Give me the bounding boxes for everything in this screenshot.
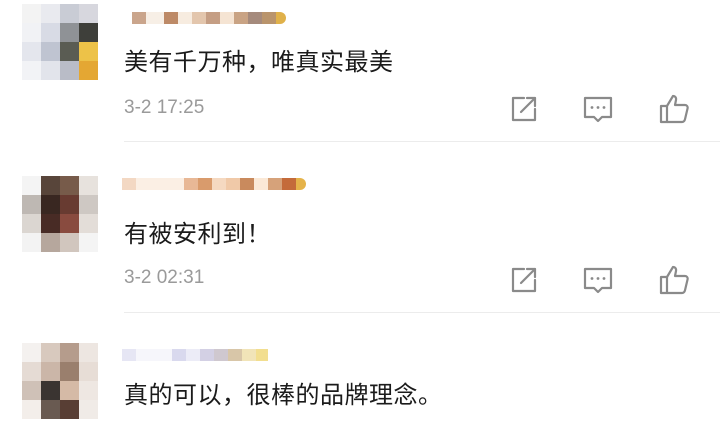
- avatar[interactable]: [22, 176, 98, 252]
- share-icon[interactable]: [506, 92, 540, 126]
- username-pixelated[interactable]: [122, 172, 306, 196]
- avatar[interactable]: [22, 343, 98, 419]
- username-pixelated[interactable]: [122, 343, 268, 367]
- like-icon[interactable]: [657, 263, 691, 297]
- avatar[interactable]: [22, 4, 98, 80]
- share-icon[interactable]: [506, 263, 540, 297]
- comment-item: 美有千万种，唯真实最美 3-2 17:25: [0, 0, 720, 142]
- comment-time: 3-2 02:31: [124, 267, 205, 288]
- reply-icon[interactable]: [581, 92, 615, 126]
- comment-text: 美有千万种，唯真实最美: [124, 48, 394, 76]
- reply-icon[interactable]: [581, 263, 615, 297]
- comment-text: 有被安利到！: [124, 220, 271, 248]
- comment-text: 真的可以，很棒的品牌理念。: [124, 381, 443, 409]
- username-pixelated[interactable]: [122, 6, 286, 30]
- comment-time: 3-2 17:25: [124, 97, 205, 118]
- comment-item: 真的可以，很棒的品牌理念。: [0, 313, 720, 440]
- like-icon[interactable]: [657, 92, 691, 126]
- comment-item: 有被安利到！ 3-2 02:31: [0, 142, 720, 313]
